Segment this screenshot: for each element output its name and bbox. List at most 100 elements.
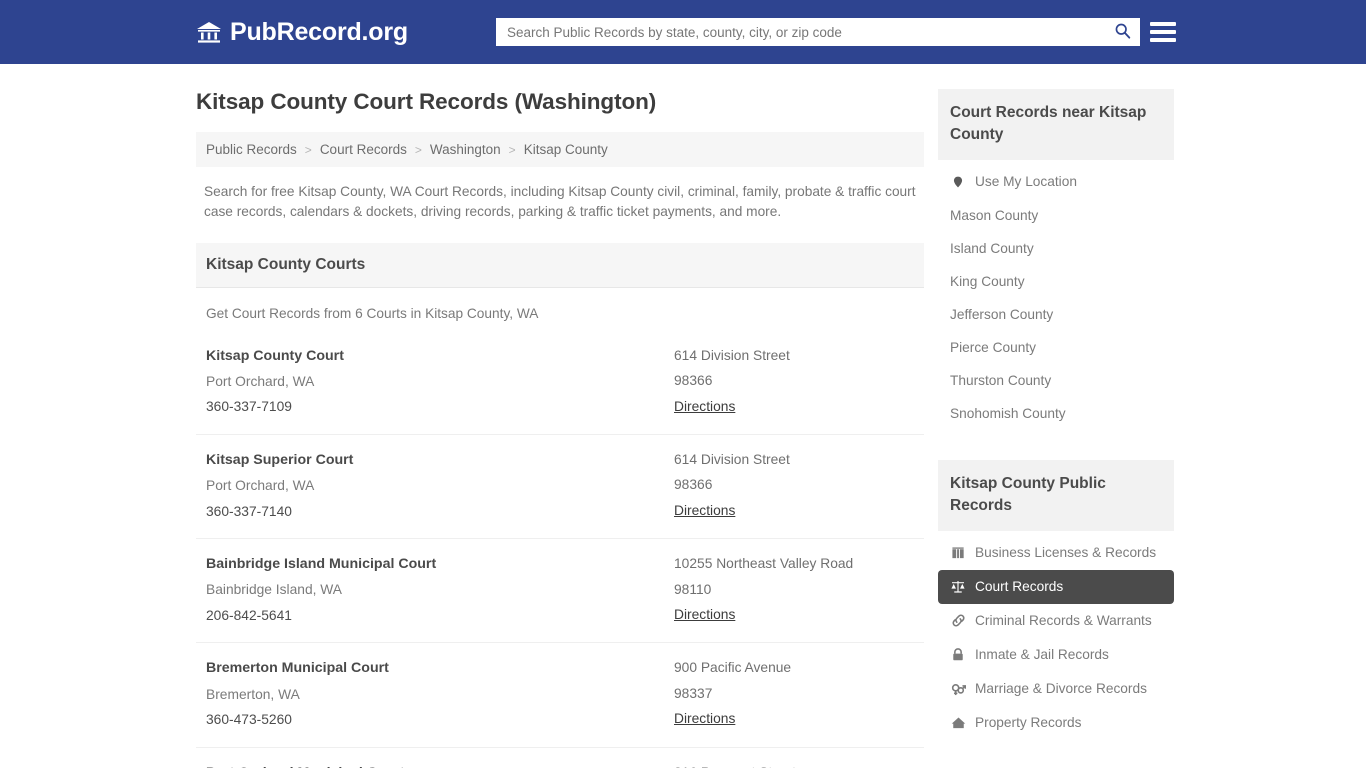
table-row: Kitsap County Court Port Orchard, WA 360… xyxy=(196,331,924,435)
court-zip: 98366 xyxy=(674,368,914,394)
court-zip: 98366 xyxy=(674,472,914,498)
court-info-right: 900 Pacific Avenue 98337 Directions xyxy=(674,655,914,732)
directions-link[interactable]: Directions xyxy=(674,602,735,628)
court-zip: 98110 xyxy=(674,577,914,603)
sidebar-item-label: Snohomish County xyxy=(950,406,1066,421)
court-info-right: 614 Division Street 98366 Directions xyxy=(674,343,914,420)
hamburger-bar-2 xyxy=(1150,30,1176,34)
sidebar-item-jefferson-county[interactable]: Jefferson County xyxy=(938,298,1174,331)
court-name[interactable]: Bainbridge Island Municipal Court xyxy=(206,551,674,577)
sidebar-item-label: Mason County xyxy=(950,208,1038,223)
hamburger-bar-1 xyxy=(1150,22,1176,26)
search-icon xyxy=(1114,22,1131,42)
court-info-left: Bremerton Municipal Court Bremerton, WA … xyxy=(206,655,674,732)
court-info-left: Kitsap County Court Port Orchard, WA 360… xyxy=(206,343,674,420)
page-description: Search for free Kitsap County, WA Court … xyxy=(196,182,924,223)
balance-scales-icon xyxy=(950,579,966,595)
breadcrumb-item-public-records[interactable]: Public Records xyxy=(206,142,297,157)
directions-link[interactable]: Directions xyxy=(674,498,735,524)
court-name[interactable]: Bremerton Municipal Court xyxy=(206,655,674,681)
directions-link[interactable]: Directions xyxy=(674,706,735,732)
court-city: Port Orchard, WA xyxy=(206,473,674,499)
breadcrumb-separator: > xyxy=(415,143,422,157)
court-info-left: Bainbridge Island Municipal Court Bainbr… xyxy=(206,551,674,628)
site-header: PubRecord.org xyxy=(0,0,1366,64)
page-title: Kitsap County Court Records (Washington) xyxy=(196,89,924,115)
sidebar-item-label: Jefferson County xyxy=(950,307,1053,322)
court-street: 216 Prospect Street xyxy=(674,760,914,768)
sidebar-item-label: Business Licenses & Records xyxy=(975,545,1156,560)
search-bar xyxy=(496,18,1140,46)
court-street: 614 Division Street xyxy=(674,447,914,473)
court-info-left: Kitsap Superior Court Port Orchard, WA 3… xyxy=(206,447,674,524)
breadcrumb: Public Records > Court Records > Washing… xyxy=(196,132,924,167)
court-info-right: 614 Division Street 98366 Directions xyxy=(674,447,914,524)
court-phone[interactable]: 360-337-7140 xyxy=(206,499,674,525)
page-body: Kitsap County Court Records (Washington)… xyxy=(0,64,1366,768)
breadcrumb-separator: > xyxy=(509,143,516,157)
sidebar-item-label: Criminal Records & Warrants xyxy=(975,613,1152,628)
court-info-right: 216 Prospect Street 98366 Directions xyxy=(674,760,914,768)
sidebar-item-mason-county[interactable]: Mason County xyxy=(938,199,1174,232)
court-name[interactable]: Kitsap County Court xyxy=(206,343,674,369)
sidebar-item-label: Marriage & Divorce Records xyxy=(975,681,1147,696)
court-city: Bremerton, WA xyxy=(206,682,674,708)
sidebar-item-snohomish-county[interactable]: Snohomish County xyxy=(938,397,1174,430)
sidebar: Court Records near Kitsap County Use My … xyxy=(938,89,1174,740)
sidebar-nearby-list: Use My Location Mason County Island Coun… xyxy=(938,160,1174,430)
table-row: Bainbridge Island Municipal Court Bainbr… xyxy=(196,539,924,643)
breadcrumb-item-court-records[interactable]: Court Records xyxy=(320,142,407,157)
sidebar-item-court-records[interactable]: Court Records xyxy=(938,570,1174,604)
sidebar-item-thurston-county[interactable]: Thurston County xyxy=(938,364,1174,397)
courts-section-title: Kitsap County Courts xyxy=(196,243,924,288)
courts-list: Kitsap County Court Port Orchard, WA 360… xyxy=(196,331,924,768)
sidebar-item-island-county[interactable]: Island County xyxy=(938,232,1174,265)
main-content: Kitsap County Court Records (Washington)… xyxy=(196,64,924,768)
hamburger-menu-button[interactable] xyxy=(1150,20,1176,44)
sidebar-item-label: Court Records xyxy=(975,579,1063,594)
table-row: Bremerton Municipal Court Bremerton, WA … xyxy=(196,643,924,747)
breadcrumb-item-kitsap-county[interactable]: Kitsap County xyxy=(524,142,608,157)
sidebar-item-label: Use My Location xyxy=(975,174,1077,189)
court-phone[interactable]: 206-842-5641 xyxy=(206,603,674,629)
sidebar-item-pierce-county[interactable]: Pierce County xyxy=(938,331,1174,364)
table-row: Port Orchard Municipal Court Port Orchar… xyxy=(196,748,924,768)
sidebar-item-inmate-jail-records[interactable]: Inmate & Jail Records xyxy=(938,638,1174,672)
house-icon xyxy=(950,715,966,731)
sidebar-item-label: Island County xyxy=(950,241,1034,256)
sidebar-item-marriage-divorce-records[interactable]: Marriage & Divorce Records xyxy=(938,672,1174,706)
search-input[interactable] xyxy=(497,19,1105,45)
venus-mars-icon xyxy=(950,681,966,697)
court-phone[interactable]: 360-337-7109 xyxy=(206,394,674,420)
sidebar-item-criminal-records[interactable]: Criminal Records & Warrants xyxy=(938,604,1174,638)
court-phone[interactable]: 360-473-5260 xyxy=(206,707,674,733)
briefcase-icon xyxy=(950,545,966,561)
court-street: 10255 Northeast Valley Road xyxy=(674,551,914,577)
sidebar-item-use-my-location[interactable]: Use My Location xyxy=(938,165,1174,199)
sidebar-item-business-licenses[interactable]: Business Licenses & Records xyxy=(938,536,1174,570)
sidebar-public-records-list: Business Licenses & Records Court Record… xyxy=(938,531,1174,740)
table-row: Kitsap Superior Court Port Orchard, WA 3… xyxy=(196,435,924,539)
sidebar-public-records-title: Kitsap County Public Records xyxy=(938,460,1174,531)
bank-building-icon xyxy=(196,20,222,44)
sidebar-item-property-records[interactable]: Property Records xyxy=(938,706,1174,740)
court-street: 614 Division Street xyxy=(674,343,914,369)
site-logo[interactable]: PubRecord.org xyxy=(196,18,408,47)
court-info-left: Port Orchard Municipal Court Port Orchar… xyxy=(206,760,674,768)
sidebar-item-king-county[interactable]: King County xyxy=(938,265,1174,298)
chain-link-icon xyxy=(950,613,966,629)
court-name[interactable]: Port Orchard Municipal Court xyxy=(206,760,674,768)
court-info-right: 10255 Northeast Valley Road 98110 Direct… xyxy=(674,551,914,628)
court-zip: 98337 xyxy=(674,681,914,707)
brand-name: PubRecord.org xyxy=(230,18,408,47)
court-name[interactable]: Kitsap Superior Court xyxy=(206,447,674,473)
sidebar-item-label: King County xyxy=(950,274,1025,289)
directions-link[interactable]: Directions xyxy=(674,394,735,420)
sidebar-item-label: Property Records xyxy=(975,715,1082,730)
breadcrumb-item-washington[interactable]: Washington xyxy=(430,142,501,157)
search-button[interactable] xyxy=(1105,19,1139,45)
sidebar-item-label: Inmate & Jail Records xyxy=(975,647,1109,662)
breadcrumb-separator: > xyxy=(305,143,312,157)
padlock-icon xyxy=(950,647,966,663)
sidebar-nearby-title: Court Records near Kitsap County xyxy=(938,89,1174,160)
